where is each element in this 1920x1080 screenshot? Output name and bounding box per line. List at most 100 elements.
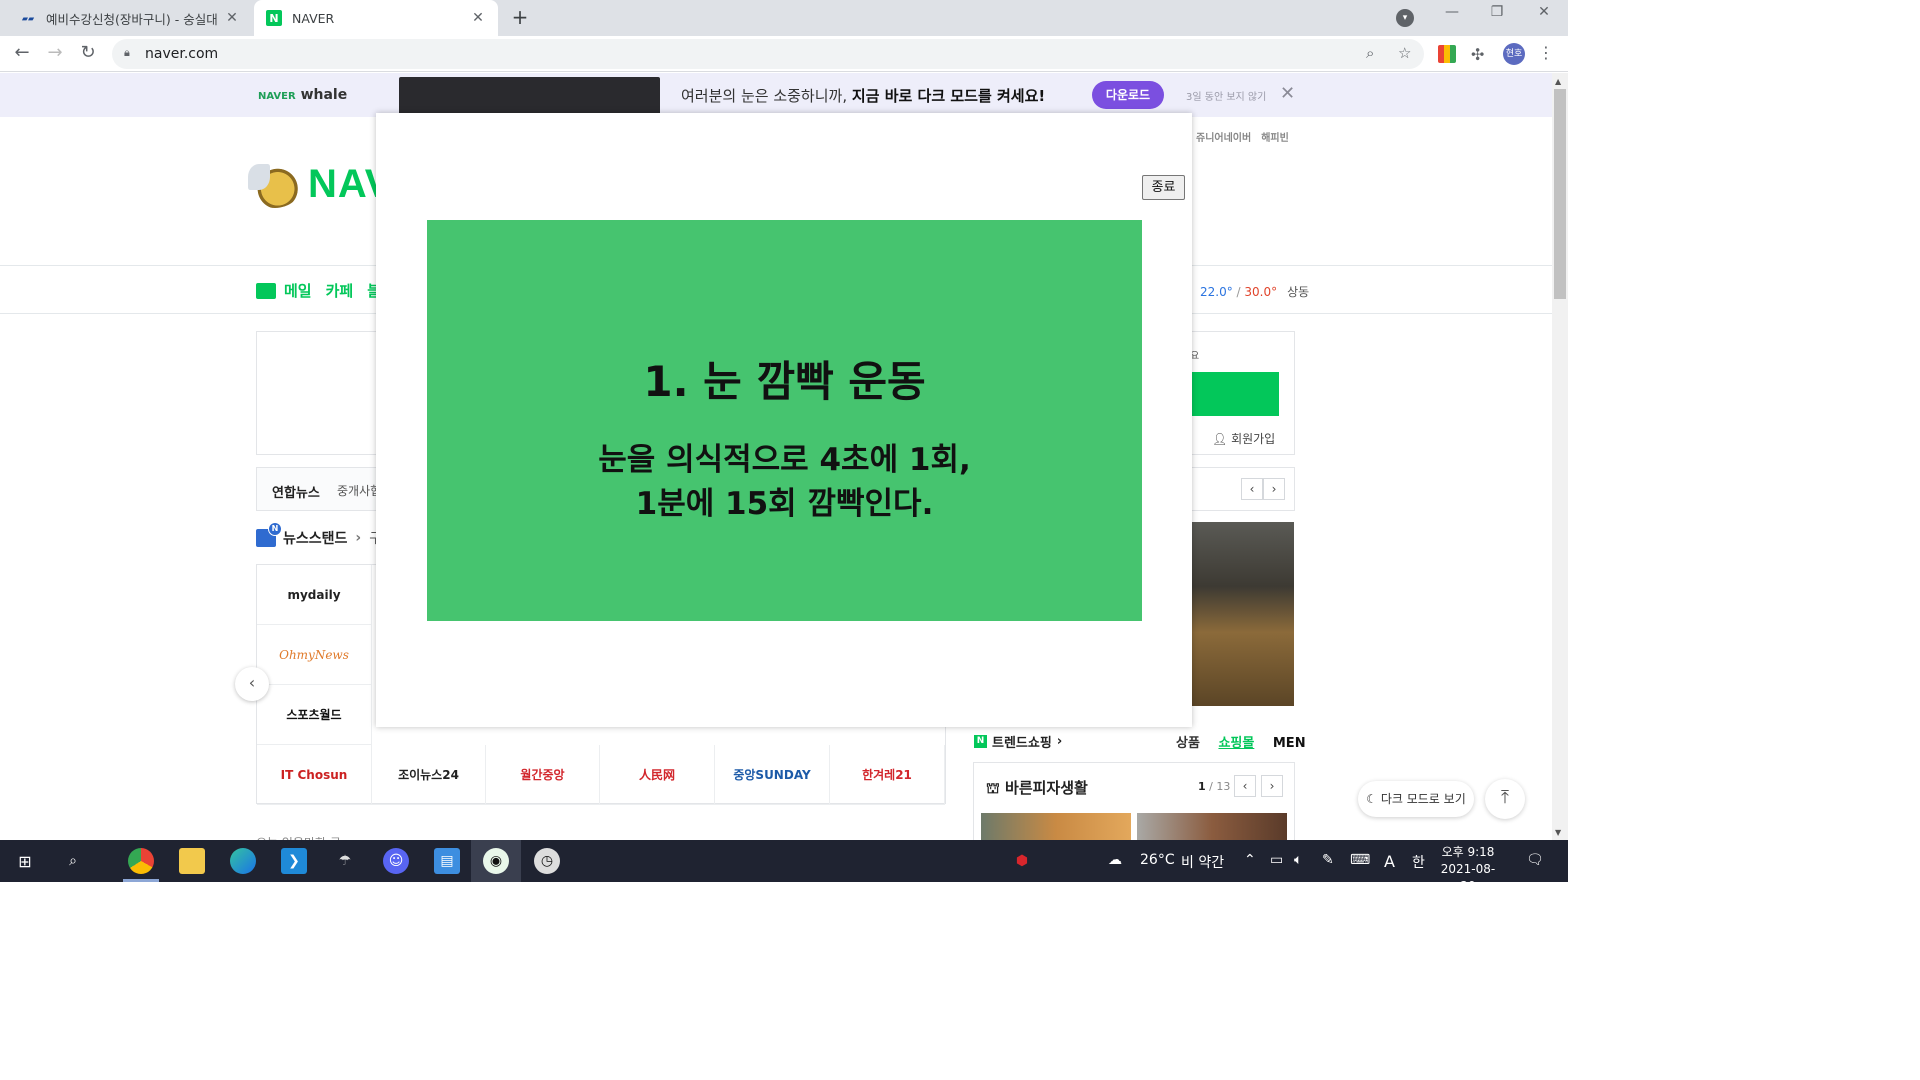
discord-icon[interactable]: ☺: [383, 848, 409, 874]
tab-strip: ▰▰ 예비수강신청(장바구니) - 숭실대 ✕ N NAVER ✕ + ▾ — …: [0, 0, 1568, 36]
restore-icon[interactable]: ❐: [1477, 4, 1517, 20]
naver-logo[interactable]: NAV: [248, 160, 392, 208]
shop-next-icon[interactable]: ›: [1261, 775, 1283, 797]
tab-ssu[interactable]: ▰▰ 예비수강신청(장바구니) - 숭실대 ✕: [8, 0, 252, 36]
zoom-icon[interactable]: ⌕: [1366, 44, 1374, 62]
tab-search-icon[interactable]: ▾: [1396, 9, 1414, 27]
tab-close-icon[interactable]: ✕: [224, 10, 240, 26]
doodle-hat-icon: [248, 160, 302, 208]
menu-kebab-icon[interactable]: ⋮: [1538, 43, 1554, 62]
pen-icon[interactable]: ✎: [1322, 852, 1334, 868]
hide-3days-link[interactable]: 3일 동안 보지 않기: [1186, 88, 1266, 103]
bookmark-star-icon[interactable]: ☆: [1398, 44, 1411, 62]
forward-icon[interactable]: →: [42, 41, 68, 67]
press-logo-hankyoreh21[interactable]: 한겨레21: [830, 745, 945, 805]
weather-temp[interactable]: 26°C: [1140, 852, 1175, 868]
scroll-up-icon[interactable]: ▲: [1555, 77, 1561, 86]
shop-image[interactable]: [1137, 813, 1287, 843]
minimize-icon[interactable]: —: [1432, 4, 1472, 20]
vscode-icon[interactable]: ❯: [281, 848, 307, 874]
dark-mode-button[interactable]: ☾ 다크 모드로 보기: [1358, 781, 1474, 817]
chrome-icon[interactable]: [128, 848, 154, 874]
scroll-down-icon[interactable]: ▼: [1555, 828, 1561, 837]
weather-widget[interactable]: 22.0° / 30.0° 상동: [1200, 283, 1309, 300]
login-button[interactable]: [1190, 372, 1279, 416]
weather-cloud-icon[interactable]: ☁: [1108, 852, 1122, 868]
naver-n-icon: N: [974, 735, 987, 748]
newsstand-icon: [256, 522, 282, 547]
lock-icon[interactable]: 🔒︎: [124, 46, 130, 60]
signup-link[interactable]: 👤︎ 회원가입: [1212, 430, 1275, 447]
tray-chevron-icon[interactable]: ⌃: [1244, 852, 1256, 868]
press-logo-peoplecn[interactable]: 人民网: [600, 745, 715, 805]
press-logo-ohmynews[interactable]: OhmyNews: [257, 625, 372, 685]
eye-app-icon[interactable]: ◉: [483, 848, 509, 874]
trend-shopping-header[interactable]: N 트렌드쇼핑 ›: [974, 732, 1062, 751]
edge-icon[interactable]: [230, 848, 256, 874]
page-scrollbar[interactable]: ▲ ▼: [1552, 73, 1568, 840]
shop-image[interactable]: [981, 813, 1131, 843]
notification-icon[interactable]: 🗨︎: [1526, 852, 1544, 868]
tab-products[interactable]: 상품: [1176, 736, 1200, 751]
url-text[interactable]: naver.com: [145, 46, 218, 62]
press-logo-joongang-sunday[interactable]: 중앙SUNDAY: [715, 745, 830, 805]
junior-naver-link[interactable]: 쥬니어네이버: [1196, 133, 1251, 144]
feature-photo[interactable]: [1190, 522, 1294, 706]
reload-icon[interactable]: ↻: [75, 41, 101, 67]
back-icon[interactable]: ←: [9, 41, 35, 67]
press-logo-joynews24[interactable]: 조이뉴스24: [372, 745, 486, 805]
tab-naver[interactable]: N NAVER ✕: [254, 0, 498, 36]
taskbar-clock[interactable]: 오후 9:18 2021-08-20: [1438, 844, 1498, 895]
keyboard-icon[interactable]: ⌨: [1350, 852, 1370, 868]
battery-icon[interactable]: ▭: [1270, 852, 1283, 868]
press-logo-sportsworld[interactable]: 스포츠월드: [257, 685, 372, 745]
shop-card[interactable]: ⛫ 바른피자생활 1 / 13 ‹ ›: [973, 762, 1295, 843]
whale-logo[interactable]: NAVER whale: [258, 87, 347, 103]
new-tab-button[interactable]: +: [508, 6, 532, 30]
press-logo-mydaily[interactable]: mydaily: [257, 565, 372, 625]
newsstand-prev-icon[interactable]: ‹: [235, 667, 269, 701]
eye-exercise-modal: 종료 1. 눈 깜빡 운동 눈을 의식적으로 4초에 1회, 1분에 15회 깜…: [376, 113, 1192, 727]
shop-prev-icon[interactable]: ‹: [1234, 775, 1256, 797]
tray-app-icon[interactable]: ⬢: [1009, 848, 1035, 874]
ime-language[interactable]: 한: [1412, 852, 1425, 872]
tab-men[interactable]: MEN: [1273, 736, 1306, 751]
clock-app-icon[interactable]: ◷: [534, 848, 560, 874]
next-arrow-icon[interactable]: ›: [1263, 478, 1285, 500]
banner-close-icon[interactable]: ✕: [1280, 83, 1295, 104]
start-icon[interactable]: ⊞: [12, 848, 38, 874]
end-button[interactable]: 종료: [1142, 175, 1185, 200]
file-explorer-icon[interactable]: [179, 848, 205, 874]
extension-color-icon[interactable]: [1438, 45, 1456, 63]
tab-close-icon[interactable]: ✕: [470, 10, 486, 26]
shop-name[interactable]: ⛫ 바른피자생활: [986, 777, 1088, 799]
moon-icon: ☾: [1366, 792, 1381, 806]
news-headline[interactable]: 중개사협: [337, 482, 381, 499]
prev-arrow-icon[interactable]: ‹: [1241, 478, 1263, 500]
whale-dark-screenshot: [399, 77, 660, 117]
scroll-top-icon[interactable]: ⤒: [1485, 779, 1525, 819]
news-source[interactable]: 연합뉴스: [272, 482, 320, 501]
press-logo-itchosun[interactable]: IT Chosun: [257, 745, 372, 805]
exercise-slide: 1. 눈 깜빡 운동 눈을 의식적으로 4초에 1회, 1분에 15회 깜빡인다…: [427, 220, 1142, 621]
press-logo-monthly-joongang[interactable]: 월간중앙: [486, 745, 600, 805]
newsstand-header[interactable]: 뉴스스탠드›구: [256, 522, 382, 548]
close-window-icon[interactable]: ✕: [1524, 4, 1564, 20]
service-bar: 메일 카페 블: [256, 280, 395, 301]
extensions-puzzle-icon[interactable]: ✣: [1471, 45, 1489, 64]
volume-icon[interactable]: 🔈︎: [1294, 852, 1302, 868]
service-mail[interactable]: 메일: [284, 280, 312, 301]
address-bar[interactable]: 🔒︎ naver.com ⌕ ☆: [112, 39, 1424, 69]
windows-taskbar: ⊞ ⌕ ❯ ☂ ☺ ▤ ◉ ◷ ⬢ ☁ 26°C 비 약간 ⌃ ▭ 🔈︎ ✎ ⌨…: [0, 840, 1568, 893]
profile-avatar[interactable]: 현호: [1503, 43, 1525, 65]
happybean-link[interactable]: 해피빈: [1261, 133, 1289, 144]
download-button[interactable]: 다운로드: [1092, 81, 1164, 109]
calculator-app-icon[interactable]: ▤: [434, 848, 460, 874]
scroll-thumb[interactable]: [1554, 89, 1566, 299]
weather-desc[interactable]: 비 약간: [1181, 852, 1224, 872]
ime-mode[interactable]: A: [1384, 852, 1395, 871]
app-icon[interactable]: ☂: [332, 848, 358, 874]
service-cafe[interactable]: 카페: [326, 280, 354, 301]
tab-shoppingmall[interactable]: 쇼핑몰: [1218, 736, 1254, 751]
search-icon[interactable]: ⌕: [60, 848, 86, 874]
